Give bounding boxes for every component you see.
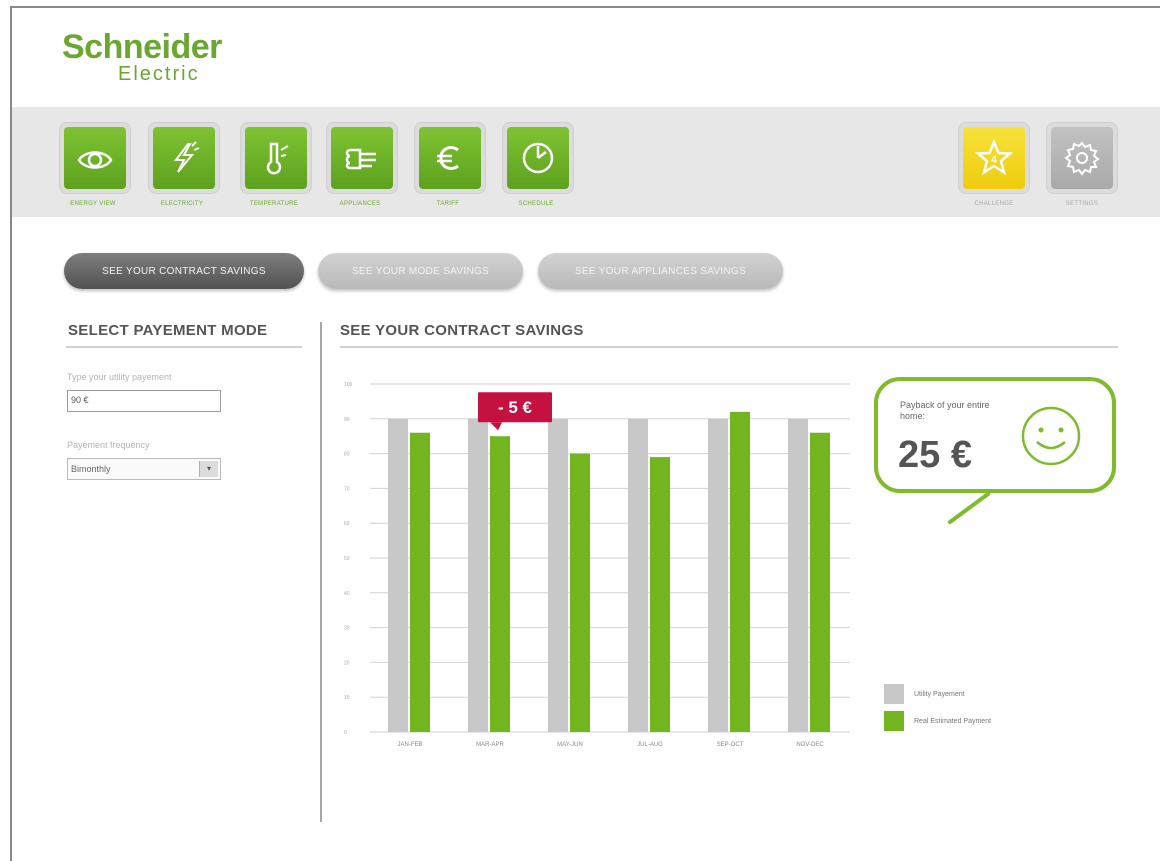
legend-label-utility: Utility Payement	[914, 691, 965, 698]
schedule-label: SCHEDULE	[518, 201, 554, 207]
payback-text: Payback of your entire home:	[900, 400, 990, 421]
bar-utility-payment	[708, 418, 728, 732]
y-tick-label: 100	[344, 382, 353, 388]
x-tick-label: JAN-FEB	[397, 742, 422, 748]
x-tick-label: MAR-APR	[476, 742, 504, 748]
bar-estimated-payment	[570, 453, 590, 732]
settings-label: SETTINGS	[1065, 201, 1099, 207]
savings-tag-label: - 5 €	[498, 398, 533, 417]
temperature-button[interactable]	[240, 122, 312, 194]
y-tick-label: 50	[344, 556, 350, 562]
euro-icon	[419, 127, 481, 189]
tariff-button[interactable]	[414, 122, 486, 194]
challenge-label: CHALLENGE	[974, 201, 1014, 207]
y-tick-label: 10	[344, 695, 350, 701]
eye-icon	[64, 127, 126, 189]
y-tick-label: 80	[344, 452, 350, 458]
energy-view-label: ENERGY VIEW	[70, 201, 116, 207]
panel-separator	[320, 322, 322, 822]
y-tick-label: 30	[344, 626, 350, 632]
thermometer-icon	[245, 127, 307, 189]
y-tick-label: 20	[344, 660, 350, 666]
energy-view-button[interactable]	[59, 122, 131, 194]
lightning-icon	[153, 127, 215, 189]
electricity-label: ELECTRICITY	[160, 201, 204, 207]
x-tick-label: NOV-DEC	[796, 742, 824, 748]
tariff-label: TARIFF	[436, 201, 460, 207]
y-tick-label: 0	[344, 730, 347, 736]
tab-mode-savings[interactable]: SEE YOUR MODE SAVINGS	[318, 253, 523, 289]
brand-sub: Electric	[118, 63, 200, 85]
x-tick-label: MAY-JUN	[557, 742, 583, 748]
electricity-button[interactable]	[148, 122, 220, 194]
frequency-label: Payement frequency	[67, 440, 150, 450]
chevron-down-icon[interactable]: ▾	[199, 461, 218, 477]
bubble-tail	[948, 492, 990, 524]
y-tick-label: 70	[344, 486, 350, 492]
bar-estimated-payment	[650, 457, 670, 732]
legend-label-estimated: Real Estimated Payment	[914, 718, 992, 725]
bar-estimated-payment	[490, 436, 510, 732]
y-tick-label: 90	[344, 417, 350, 423]
bar-utility-payment	[468, 418, 488, 732]
savings-bar-chart: 0 10 20 30 40 50 60 70 80 90 100 JAN-FEB MAR-APR MAY-…	[344, 382, 850, 748]
savings-tag-pointer	[490, 422, 502, 431]
bar-utility-payment	[788, 418, 808, 732]
gear-icon	[1051, 127, 1113, 189]
frequency-select[interactable]: Bimonthly ▾	[67, 458, 221, 480]
x-tick-label: JUL-AUG	[637, 742, 663, 748]
brand-logo: Schneider Electric	[62, 30, 222, 84]
star-icon: 4	[963, 127, 1025, 189]
appliances-button[interactable]	[326, 122, 398, 194]
y-tick-label: 40	[344, 591, 350, 597]
tab-appliances-savings[interactable]: SEE YOUR APPLIANCES SAVINGS	[538, 253, 783, 289]
brand-name: Schneider	[62, 28, 222, 66]
challenge-badge: 4	[991, 154, 998, 166]
smiley-icon	[1021, 406, 1081, 466]
clock-icon	[507, 127, 569, 189]
bar-utility-payment	[628, 418, 648, 732]
frequency-value: Bimonthly	[71, 464, 111, 474]
bar-estimated-payment	[730, 411, 750, 732]
appliance-plug-icon	[331, 127, 393, 189]
y-tick-label: 60	[344, 521, 350, 527]
payment-label: Type your utility payement	[67, 372, 172, 382]
utility-payment-input[interactable]: 90 €	[67, 390, 221, 412]
legend-swatch-utility	[884, 684, 904, 704]
payback-amount: 25 €	[898, 434, 972, 476]
contract-savings-title: SEE YOUR CONTRACT SAVINGS	[340, 322, 584, 339]
temperature-label: TEMPERATURE	[249, 201, 299, 207]
schedule-button[interactable]	[502, 122, 574, 194]
challenge-button[interactable]: 4	[958, 122, 1030, 194]
left-divider	[66, 346, 302, 348]
bar-utility-payment	[388, 418, 408, 732]
bar-estimated-payment	[410, 432, 430, 732]
bar-utility-payment	[548, 418, 568, 732]
tab-contract-savings[interactable]: SEE YOUR CONTRACT SAVINGS	[64, 253, 304, 289]
appliances-label: APPLIANCES	[339, 201, 381, 207]
legend-swatch-estimated	[884, 711, 904, 731]
payement-mode-title: SELECT PAYEMENT MODE	[68, 322, 268, 339]
right-divider	[340, 346, 1118, 348]
x-tick-label: SEP-OCT	[717, 742, 744, 748]
settings-button[interactable]	[1046, 122, 1118, 194]
bar-estimated-payment	[810, 432, 830, 732]
